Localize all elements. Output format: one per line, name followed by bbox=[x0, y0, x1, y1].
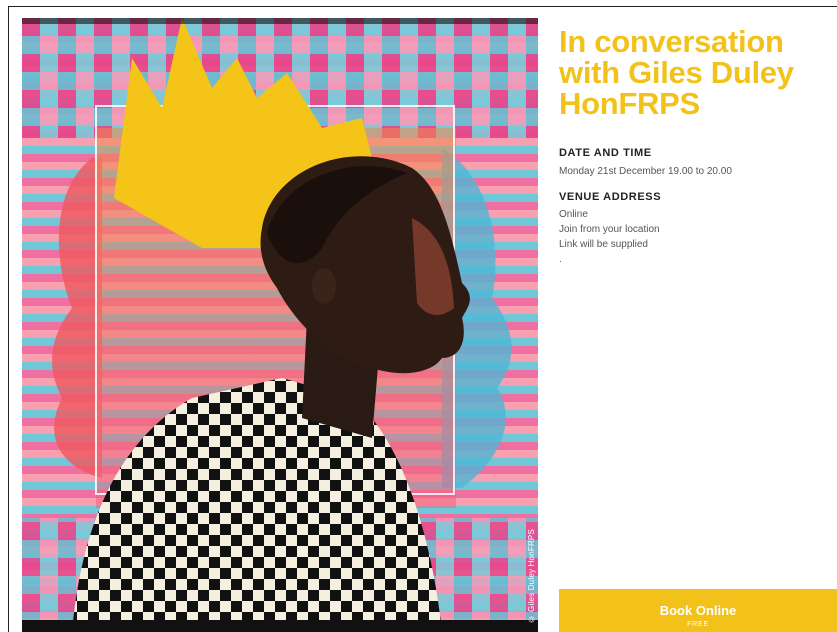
date-time-value: Monday 21st December 19.00 to 20.00 bbox=[559, 166, 732, 177]
book-online-label: Book Online bbox=[659, 602, 737, 618]
event-info-panel: In conversation with Giles Duley HonFRPS… bbox=[559, 26, 829, 265]
venue-address-lines: Online Join from your location Link will… bbox=[559, 207, 660, 267]
booking-price: FREE bbox=[687, 620, 709, 628]
event-title-line-1: In conversation bbox=[559, 24, 784, 59]
date-time-heading: DATE AND TIME bbox=[559, 147, 652, 159]
event-title: In conversation with Giles Duley HonFRPS bbox=[559, 26, 829, 119]
venue-line-dot: . bbox=[559, 254, 562, 265]
event-title-line-2: with Giles Duley bbox=[559, 55, 794, 90]
venue-line-link: Link will be supplied bbox=[559, 239, 648, 250]
book-online-button[interactable]: Book Online FREE bbox=[559, 589, 837, 632]
event-title-line-3: HonFRPS bbox=[559, 86, 700, 121]
venue-address-heading: VENUE ADDRESS bbox=[559, 191, 662, 203]
photo-credit: © Giles Duley HonFRPS bbox=[527, 529, 536, 624]
venue-line-join: Join from your location bbox=[559, 224, 660, 235]
event-poster-image: © Giles Duley HonFRPS bbox=[22, 18, 538, 632]
venue-line-online: Online bbox=[559, 209, 588, 220]
poster-artwork bbox=[22, 18, 538, 632]
